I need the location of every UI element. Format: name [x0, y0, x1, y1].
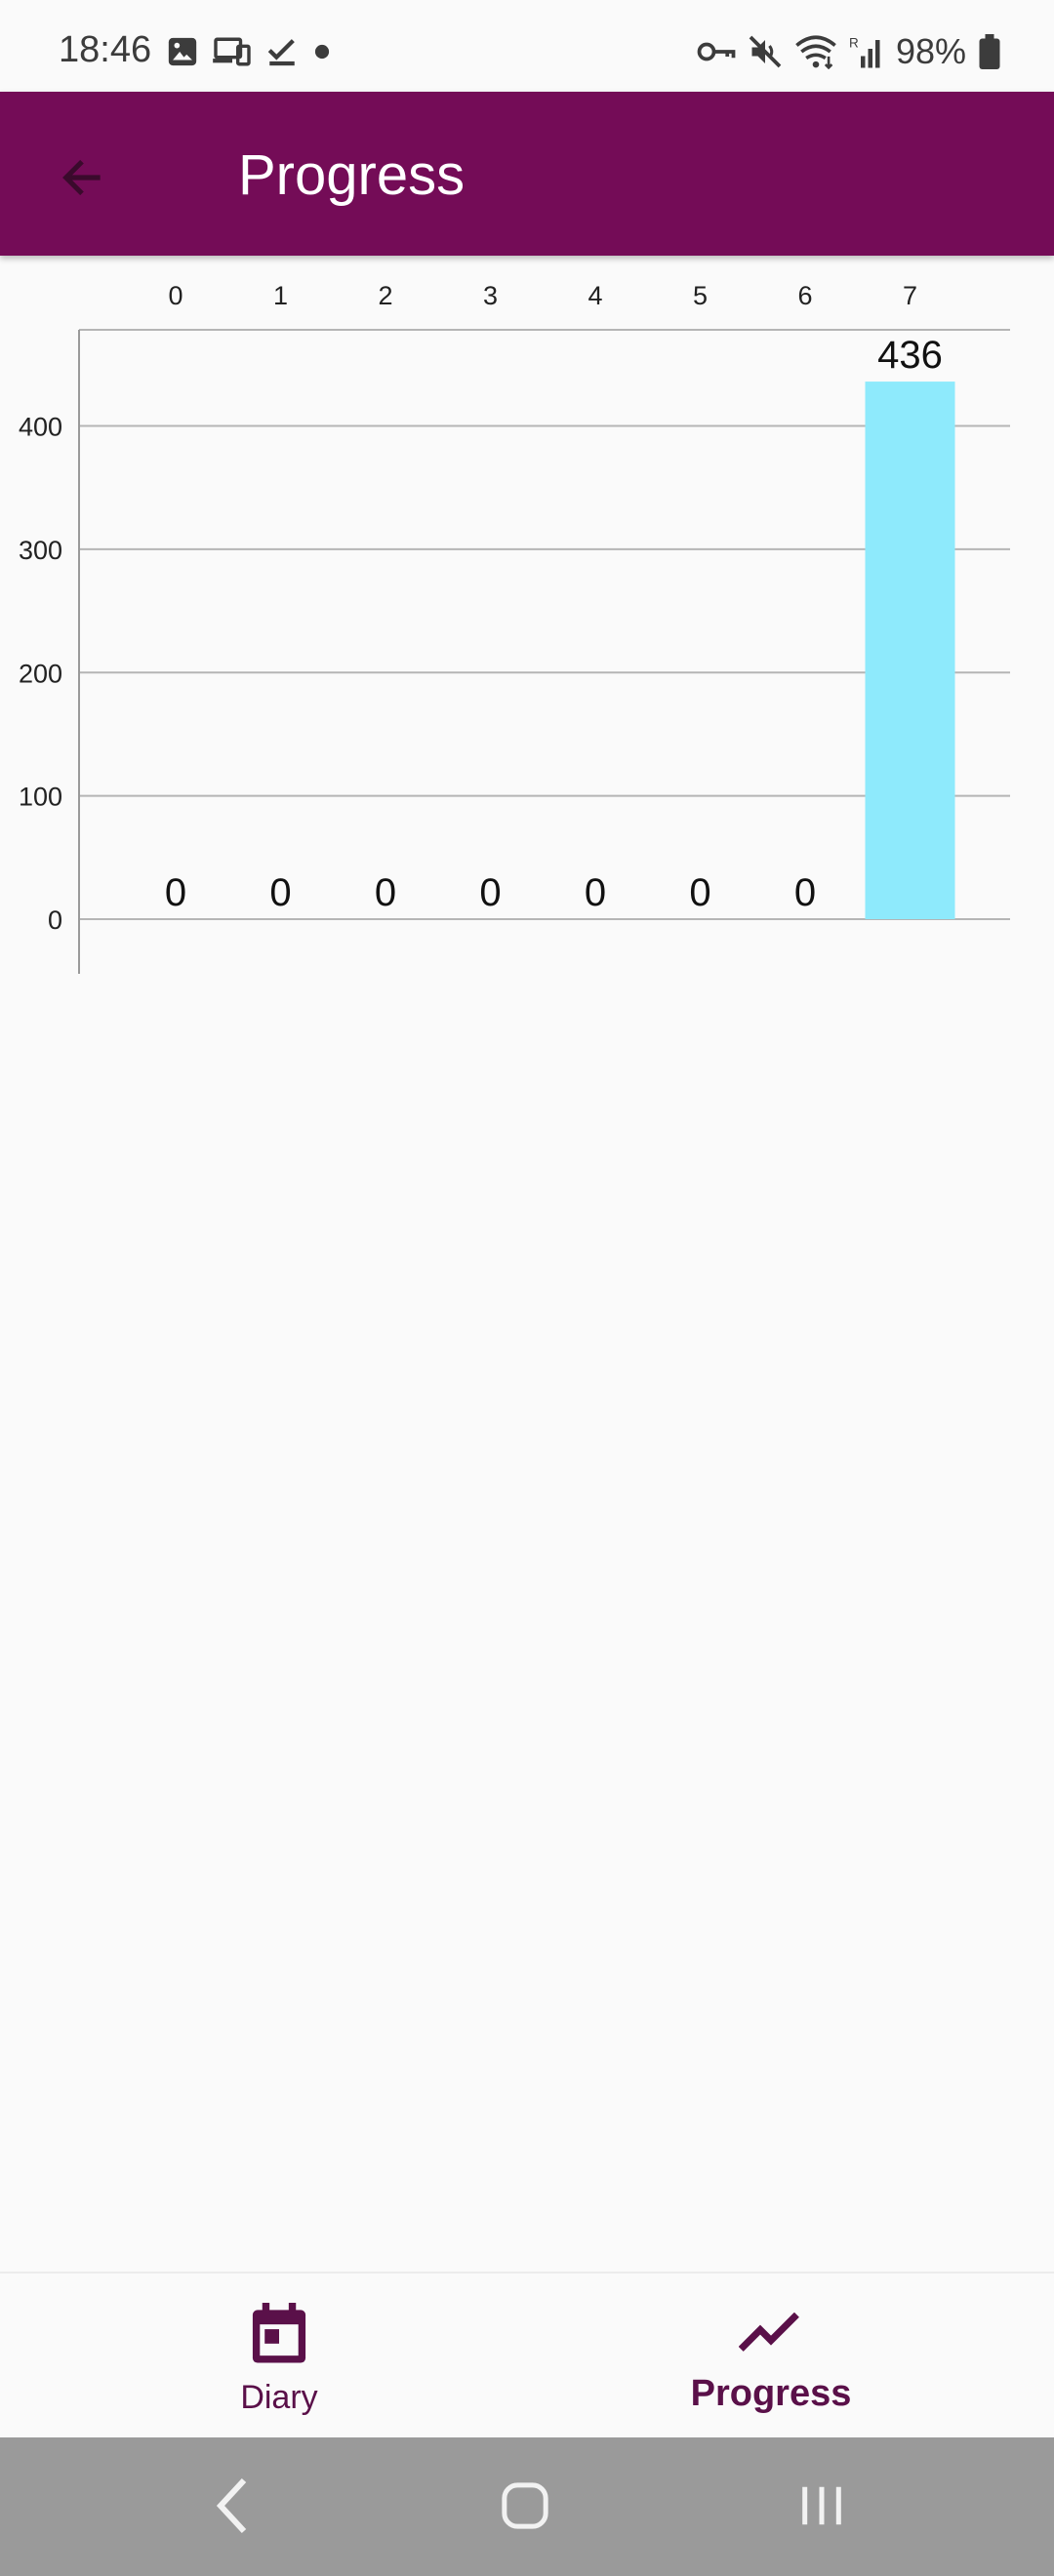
signal-icon: R	[849, 36, 880, 68]
status-system-icons: R 98%	[697, 31, 1001, 72]
bars	[865, 382, 955, 919]
devices-icon	[213, 37, 251, 66]
data-label: 436	[877, 334, 943, 377]
wifi-icon	[795, 35, 836, 69]
x-tick-label: 1	[273, 281, 288, 310]
nav-label-diary: Diary	[240, 2379, 318, 2416]
mute-icon	[749, 35, 782, 68]
status-bar: 18:46 R 98%	[0, 0, 1054, 92]
back-button[interactable]	[39, 135, 125, 221]
screen: 18:46 R 98% Progress 0000000436 0	[0, 0, 1054, 2576]
x-tick-label: 4	[588, 281, 602, 310]
chevron-left-icon	[216, 2477, 247, 2534]
status-notification-icons	[166, 35, 332, 68]
data-label: 0	[794, 871, 816, 914]
data-label: 0	[585, 871, 606, 914]
x-tick-label: 3	[483, 281, 498, 310]
data-labels: 0 0 0 0 0 0 0 436	[165, 334, 943, 914]
system-recents-button[interactable]	[773, 2467, 871, 2545]
calendar-icon	[252, 2303, 306, 2363]
page-title: Progress	[238, 143, 466, 207]
bar	[865, 382, 955, 919]
y-tick-label: 100	[19, 783, 62, 812]
arrow-back-icon	[62, 159, 101, 196]
y-tick-labels: 0 100 200 300 400	[19, 413, 62, 935]
trending-up-icon	[739, 2313, 799, 2352]
nav-item-progress[interactable]: Progress	[507, 2274, 1034, 2439]
bar-chart: 0 0 0 0 0 0 0 436 0 1 2 3 4 5 6 7 0 100 200 300 400	[19, 281, 1010, 974]
x-tick-label: 5	[693, 281, 708, 310]
system-navigation-bar	[0, 2437, 1054, 2576]
recents-icon	[802, 2486, 841, 2525]
task-done-icon	[267, 39, 295, 66]
nav-item-diary[interactable]: Diary	[16, 2274, 543, 2439]
data-label: 0	[165, 871, 186, 914]
app-bar: Progress	[0, 92, 1054, 256]
nav-label-progress: Progress	[690, 2373, 852, 2414]
y-tick-label: 300	[19, 536, 62, 565]
progress-chart: 0 0 0 0 0 0 0 436 0 1 2 3 4 5 6 7 0 100 200 300 400	[0, 256, 1054, 997]
data-label: 0	[269, 871, 291, 914]
y-tick-label: 200	[19, 659, 62, 688]
y-tick-label: 400	[19, 413, 62, 442]
vpn-key-icon	[697, 42, 736, 61]
home-icon	[502, 2482, 548, 2529]
dot-icon	[314, 44, 330, 60]
x-tick-label: 7	[903, 281, 917, 310]
battery-percentage: 98%	[895, 31, 966, 71]
x-tick-labels: 0 1 2 3 4 5 6 7	[168, 281, 917, 310]
bottom-navigation: Diary Progress	[0, 2272, 1054, 2437]
data-label: 0	[479, 871, 501, 914]
image-icon	[168, 37, 197, 66]
x-tick-label: 6	[797, 281, 812, 310]
system-home-button[interactable]	[476, 2467, 574, 2545]
y-tick-label: 0	[48, 906, 62, 935]
status-time: 18:46	[59, 29, 152, 70]
system-back-button[interactable]	[183, 2467, 281, 2545]
data-label: 0	[689, 871, 710, 914]
battery-icon	[979, 34, 1000, 69]
data-label: 0	[375, 871, 396, 914]
x-tick-label: 2	[378, 281, 392, 310]
svg-text:R: R	[849, 36, 859, 51]
x-tick-label: 0	[168, 281, 182, 310]
